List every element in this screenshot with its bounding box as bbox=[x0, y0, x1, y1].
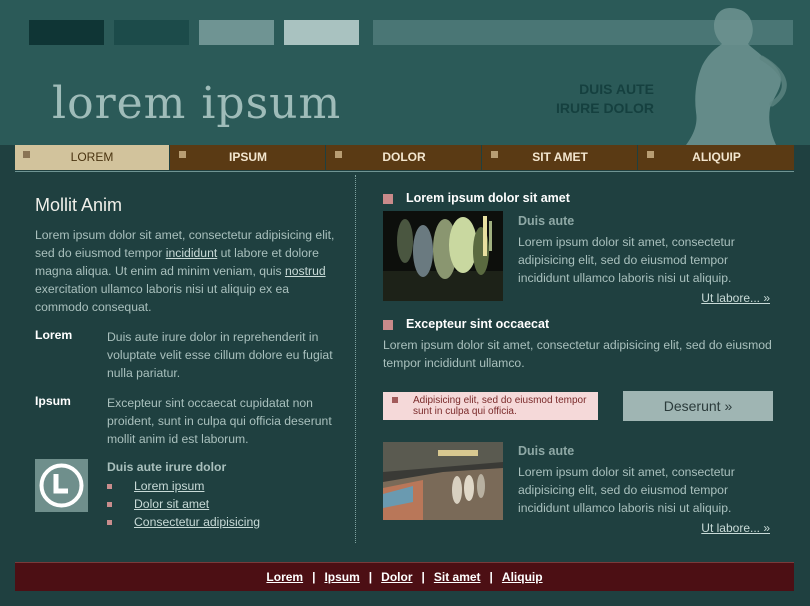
color-swatch-4 bbox=[284, 20, 359, 45]
footer-separator: | bbox=[489, 570, 493, 584]
notice-box: Adipisicing elit, sed do eiusmod tempor … bbox=[383, 392, 598, 420]
section-title: Excepteur sint occaecat bbox=[383, 317, 549, 331]
card-text: Lorem ipsum dolor sit amet, consectetur … bbox=[518, 465, 735, 515]
footer-link-aliquip[interactable]: Aliquip bbox=[502, 570, 543, 584]
nav-item-label: ALIQUIP bbox=[692, 150, 741, 164]
nav-bullet-icon bbox=[647, 151, 654, 158]
subway-station-photo bbox=[383, 442, 503, 520]
color-swatch-3 bbox=[199, 20, 274, 45]
night-crowd-photo bbox=[383, 211, 503, 301]
incididunt-link[interactable]: incididunt bbox=[166, 246, 218, 260]
section-heading: Mollit Anim bbox=[35, 195, 123, 215]
clock-icon bbox=[35, 459, 88, 512]
nav-item-dolor[interactable]: DOLOR bbox=[327, 145, 482, 170]
site-footer: Lorem | Ipsum | Dolor | Sit amet | Aliquip bbox=[15, 562, 794, 591]
nav-bullet-icon bbox=[23, 151, 30, 158]
dolor-sit-amet-link[interactable]: Dolor sit amet bbox=[134, 497, 209, 511]
nav-item-label: LOREM bbox=[70, 150, 114, 164]
footer-separator: | bbox=[368, 570, 373, 584]
definition-description: Excepteur sint occaecat cupidatat non pr… bbox=[107, 396, 332, 446]
header-tagline: DUIS AUTE IRURE DOLOR bbox=[556, 80, 654, 118]
site-logo[interactable]: lorem ipsum bbox=[52, 78, 341, 129]
deserunt-button[interactable]: Deserunt » bbox=[623, 391, 773, 421]
footer-link-dolor[interactable]: Dolor bbox=[381, 570, 412, 584]
nav-item-lorem[interactable]: LOREM bbox=[15, 145, 170, 170]
tagline-line-1: DUIS AUTE bbox=[579, 81, 654, 97]
color-swatch-1 bbox=[29, 20, 104, 45]
list-item: Lorem ipsum bbox=[107, 477, 260, 495]
nav-bullet-icon bbox=[179, 151, 186, 158]
nostrud-link[interactable]: nostrud bbox=[285, 264, 326, 278]
definition-term: Lorem bbox=[35, 328, 73, 342]
link-list: Lorem ipsum Dolor sit amet Consectetur a… bbox=[107, 477, 260, 531]
nav-item-label: SIT AMET bbox=[532, 150, 588, 164]
footer-separator: | bbox=[312, 570, 316, 584]
bullet-square-icon bbox=[392, 397, 398, 403]
definition-term: Ipsum bbox=[35, 394, 71, 408]
list-item: Consectetur adipisicing bbox=[107, 513, 260, 531]
intro-text-3: exercitation ullamco laboris nisi ut ali… bbox=[35, 282, 290, 314]
footer-link-ipsum[interactable]: Ipsum bbox=[324, 570, 359, 584]
section-title-text: Excepteur sint occaecat bbox=[406, 317, 550, 331]
tagline-line-2: IRURE DOLOR bbox=[556, 100, 654, 116]
definition-description: Duis aute irure dolor in reprehenderit i… bbox=[107, 330, 333, 380]
card-text: Lorem ipsum dolor sit amet, consectetur … bbox=[518, 235, 735, 285]
footer-link-lorem[interactable]: Lorem bbox=[266, 570, 303, 584]
section-paragraph: Lorem ipsum dolor sit amet, consectetur … bbox=[383, 338, 772, 370]
nav-item-ipsum[interactable]: IPSUM bbox=[171, 145, 326, 170]
left-column: Mollit Anim Lorem ipsum dolor sit amet, … bbox=[35, 195, 335, 529]
nav-item-sit-amet[interactable]: SIT AMET bbox=[483, 145, 638, 170]
footer-link-sit-amet[interactable]: Sit amet bbox=[434, 570, 481, 584]
nav-bullet-icon bbox=[491, 151, 498, 158]
links-title: Duis aute irure dolor bbox=[107, 460, 227, 474]
lorem-ipsum-link[interactable]: Lorem ipsum bbox=[134, 479, 204, 493]
list-item: Dolor sit amet bbox=[107, 495, 260, 513]
nav-divider bbox=[15, 171, 794, 172]
read-more-link[interactable]: Ut labore... » bbox=[701, 291, 770, 305]
intro-paragraph: Lorem ipsum dolor sit amet, consectetur … bbox=[35, 226, 335, 316]
consectetur-link[interactable]: Consectetur adipisicing bbox=[134, 515, 260, 529]
notice-text: Adipisicing elit, sed do eiusmod tempor … bbox=[413, 395, 587, 417]
nav-item-label: IPSUM bbox=[228, 150, 267, 164]
footer-separator: | bbox=[421, 570, 425, 584]
section-title: Lorem ipsum dolor sit amet bbox=[383, 191, 570, 205]
nav-bullet-icon bbox=[335, 151, 342, 158]
nav-item-label: DOLOR bbox=[382, 150, 426, 164]
bullet-square-icon bbox=[383, 320, 393, 330]
card-title: Duis aute bbox=[518, 444, 575, 458]
column-divider bbox=[355, 175, 356, 543]
nav-item-aliquip[interactable]: ALIQUIP bbox=[639, 145, 794, 170]
site-header: lorem ipsum DUIS AUTE IRURE DOLOR bbox=[0, 0, 810, 145]
read-more-link[interactable]: Ut labore... » bbox=[701, 521, 770, 535]
color-swatch-2 bbox=[114, 20, 189, 45]
main-nav: LOREM IPSUM DOLOR SIT AMET ALIQUIP bbox=[15, 145, 794, 170]
woman-silhouette-image bbox=[686, 8, 787, 145]
bullet-square-icon bbox=[383, 194, 393, 204]
card-title: Duis aute bbox=[518, 214, 575, 228]
section-title-text: Lorem ipsum dolor sit amet bbox=[406, 191, 570, 205]
